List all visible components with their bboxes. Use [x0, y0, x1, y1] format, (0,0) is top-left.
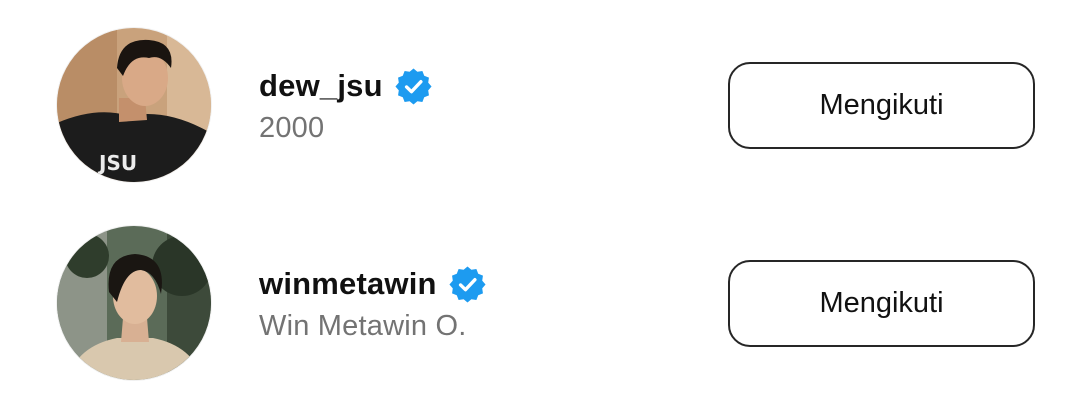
avatar[interactable]: JSU — [57, 28, 211, 182]
verified-badge-icon — [395, 67, 432, 105]
account-subtitle: Win Metawin O. — [259, 310, 467, 342]
username[interactable]: dew_jsu — [259, 68, 383, 104]
name-line: winmetawin — [259, 262, 486, 306]
account-info: winmetawin Win Metawin O. — [259, 262, 486, 343]
account-row[interactable]: winmetawin Win Metawin O. Mengikuti — [0, 220, 1080, 390]
account-row[interactable]: JSU dew_jsu 2000 Mengikuti — [0, 22, 1080, 192]
verified-badge-icon — [449, 265, 486, 303]
following-button[interactable]: Mengikuti — [728, 260, 1035, 347]
avatar-image: JSU — [57, 28, 211, 182]
name-line: dew_jsu — [259, 64, 432, 108]
following-button[interactable]: Mengikuti — [728, 62, 1035, 149]
account-subtitle: 2000 — [259, 112, 325, 144]
account-info: dew_jsu 2000 — [259, 64, 432, 145]
avatar[interactable] — [57, 226, 211, 380]
username[interactable]: winmetawin — [259, 266, 437, 302]
avatar-image — [57, 226, 211, 380]
shirt-text: JSU — [97, 151, 137, 175]
following-list: JSU dew_jsu 2000 Mengikuti winmetawin Wi… — [0, 0, 1080, 409]
